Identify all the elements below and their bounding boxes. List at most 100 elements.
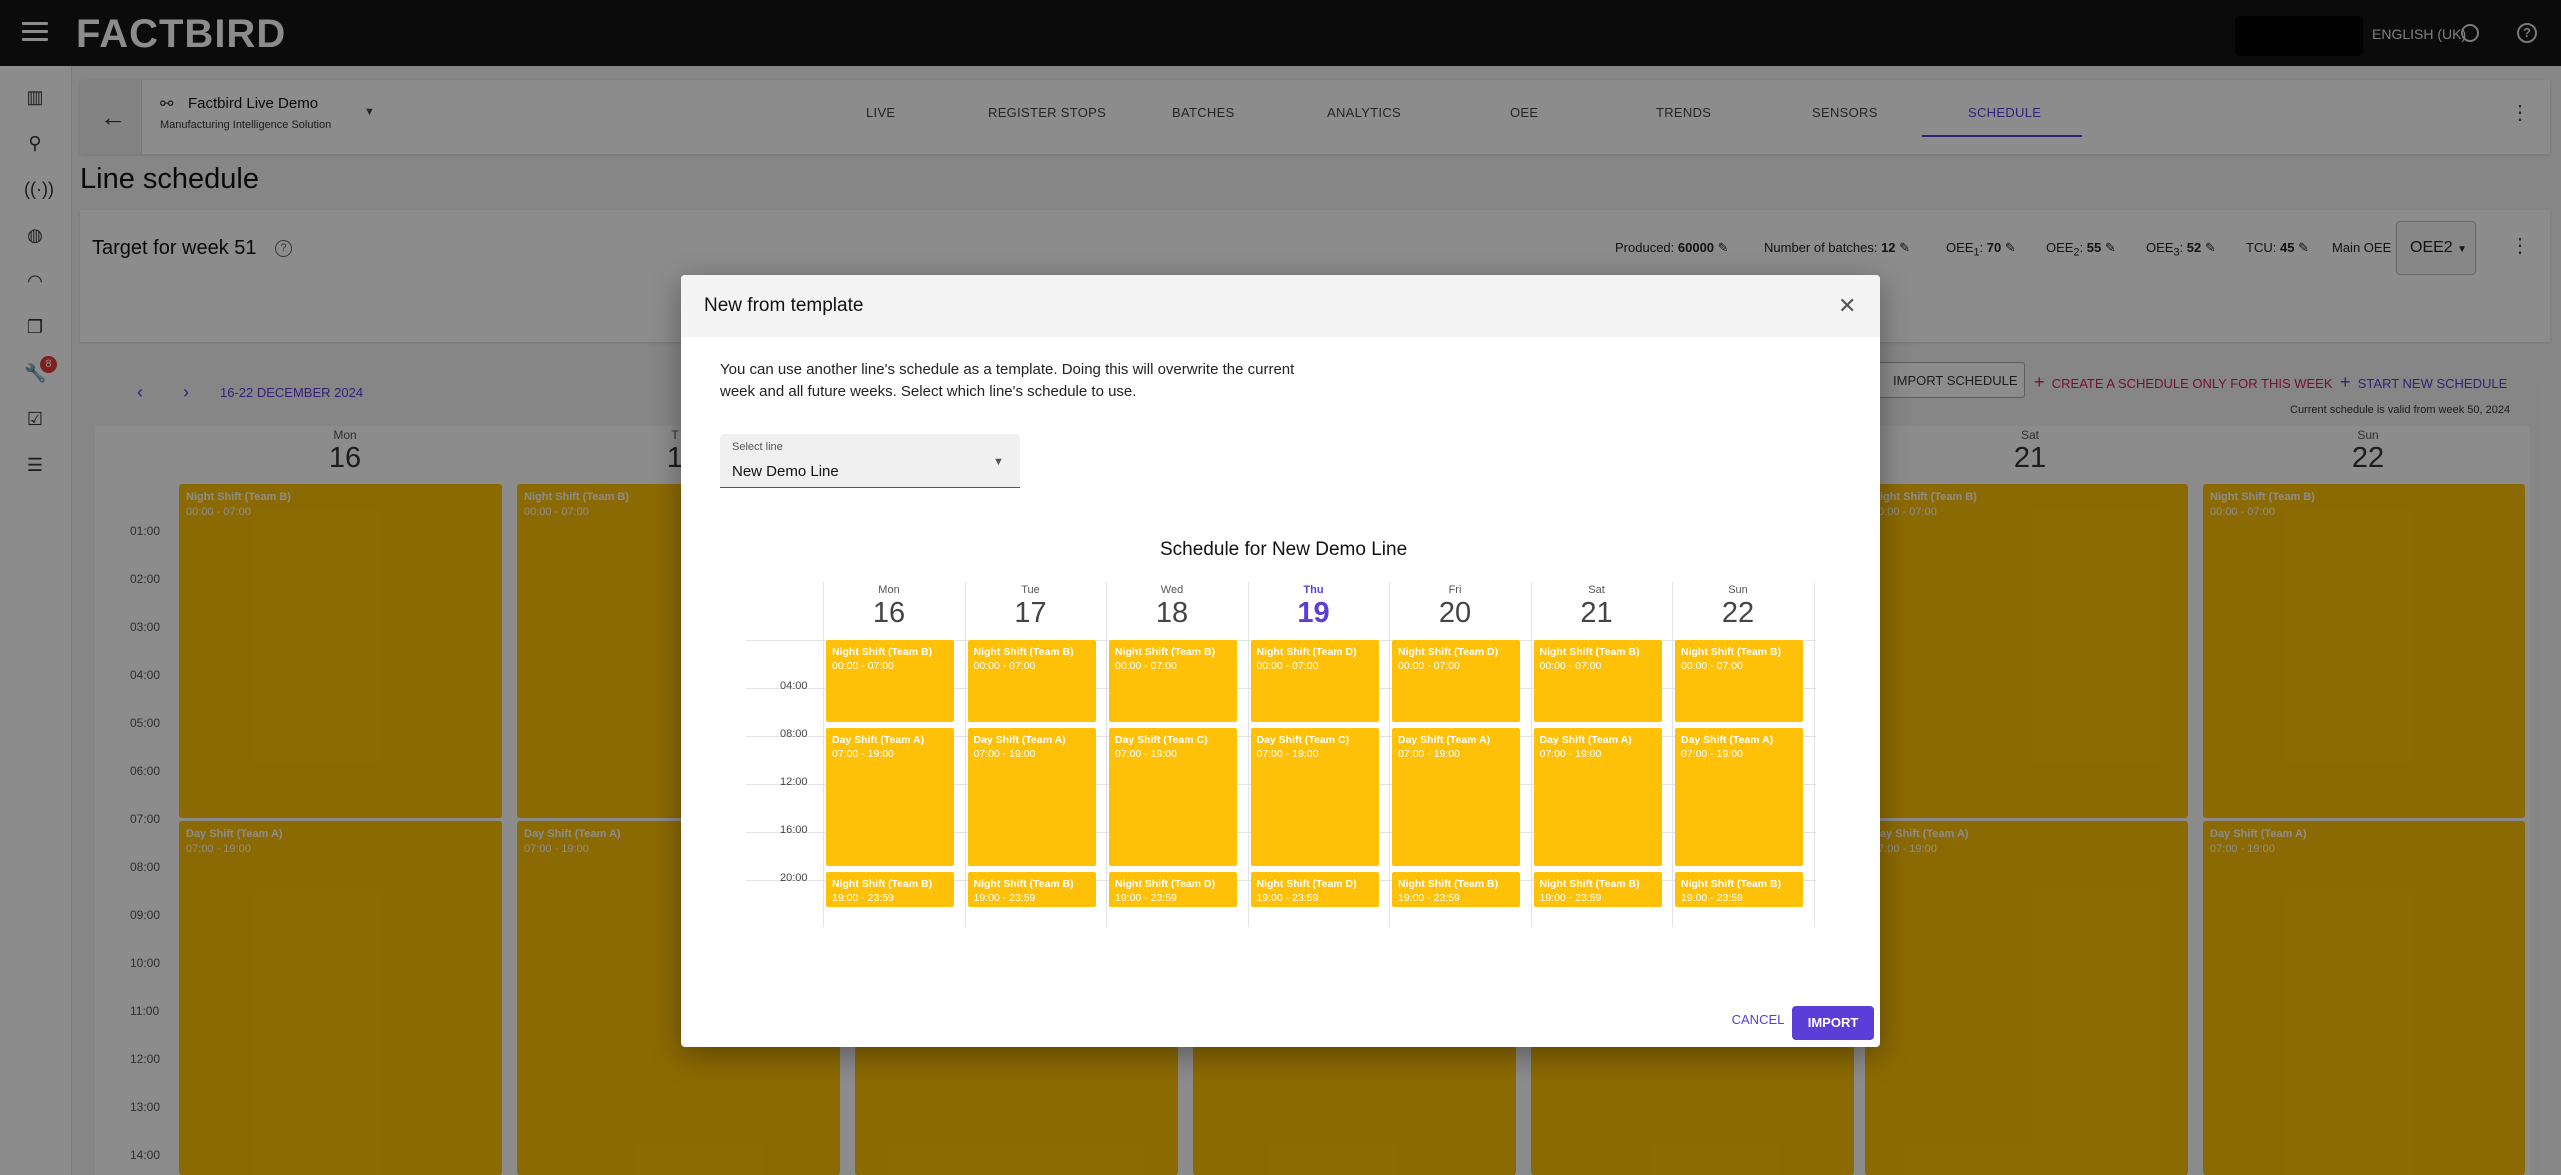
shift-title: Night Shift (Team B) bbox=[973, 877, 1074, 890]
close-icon[interactable]: ✕ bbox=[1838, 293, 1856, 319]
shift-time: 19:00 - 23:59 bbox=[1115, 891, 1177, 904]
shift-time: 19:00 - 23:59 bbox=[973, 891, 1036, 904]
shift-time: 07:00 - 19:00 bbox=[1256, 747, 1319, 760]
hour-label: 20:00 bbox=[780, 872, 808, 884]
shift-title: Night Shift (Team D) bbox=[1398, 646, 1499, 658]
day-column-divider bbox=[964, 582, 966, 927]
hour-label: 12:00 bbox=[780, 776, 808, 788]
shift-title: Night Shift (Team D) bbox=[1115, 877, 1216, 890]
day-date: 21 bbox=[1580, 597, 1613, 629]
shift-block[interactable]: Day Shift (Team A) 07:00 - 19:00 bbox=[1533, 727, 1662, 866]
shift-time: 07:00 - 19:00 bbox=[832, 747, 894, 760]
import-button[interactable]: IMPORT bbox=[1792, 1006, 1874, 1040]
shift-time: 07:00 - 19:00 bbox=[1398, 747, 1460, 760]
shift-title: Day Shift (Team C) bbox=[1115, 733, 1208, 746]
day-header: Sun 22 bbox=[1673, 584, 1803, 630]
day-name: Mon bbox=[878, 584, 900, 596]
shift-block[interactable]: Night Shift (Team B) 00:00 - 07:00 bbox=[1675, 640, 1803, 722]
shift-block[interactable]: Night Shift (Team B) 19:00 - 23:59 bbox=[1533, 871, 1662, 907]
day-name: Tue bbox=[1021, 584, 1040, 596]
shift-time: 00:00 - 07:00 bbox=[1115, 660, 1177, 672]
shift-block[interactable]: Night Shift (Team D) 00:00 - 07:00 bbox=[1250, 640, 1379, 722]
day-column-divider bbox=[1106, 582, 1107, 927]
shift-title: Night Shift (Team B) bbox=[832, 646, 933, 658]
shift-block[interactable]: Night Shift (Team B) 19:00 - 23:59 bbox=[967, 871, 1096, 907]
shift-title: Day Shift (Team A) bbox=[1681, 733, 1774, 746]
day-header: Sat 21 bbox=[1532, 584, 1662, 630]
select-line-label: Select line bbox=[732, 441, 783, 453]
shift-title: Day Shift (Team A) bbox=[973, 733, 1066, 746]
shift-block[interactable]: Day Shift (Team A) 07:00 - 19:00 bbox=[826, 727, 954, 866]
day-column-divider bbox=[1813, 582, 1815, 927]
shift-block[interactable]: Night Shift (Team B) 00:00 - 07:00 bbox=[826, 640, 954, 722]
hour-label: 04:00 bbox=[780, 680, 808, 692]
day-date: 20 bbox=[1438, 597, 1472, 629]
shift-title: Day Shift (Team A) bbox=[1539, 733, 1632, 746]
day-date: 16 bbox=[872, 597, 906, 629]
shift-title: Night Shift (Team B) bbox=[1681, 877, 1782, 890]
dialog-description-line2: week and all future weeks. Select which … bbox=[720, 383, 1137, 400]
day-column-divider bbox=[823, 582, 824, 927]
day-header: Wed 18 bbox=[1107, 584, 1237, 630]
shift-title: Night Shift (Team B) bbox=[1398, 877, 1499, 890]
shift-time: 19:00 - 23:59 bbox=[1256, 891, 1319, 904]
shift-title: Day Shift (Team A) bbox=[832, 733, 925, 746]
day-column-divider bbox=[1530, 582, 1532, 927]
schedule-preview-title: Schedule for New Demo Line bbox=[1160, 539, 1408, 560]
shift-time: 00:00 - 07:00 bbox=[1681, 660, 1743, 672]
shift-title: Night Shift (Team B) bbox=[1115, 646, 1216, 658]
shift-block[interactable]: Night Shift (Team B) 19:00 - 23:59 bbox=[1675, 871, 1803, 907]
shift-block[interactable]: Day Shift (Team A) 07:00 - 19:00 bbox=[967, 727, 1096, 866]
shift-time: 00:00 - 07:00 bbox=[1398, 660, 1460, 672]
day-name: Thu bbox=[1303, 584, 1324, 596]
day-header: Thu 19 bbox=[1249, 584, 1379, 630]
cancel-button[interactable]: CANCEL bbox=[1725, 1006, 1791, 1034]
hour-label: 16:00 bbox=[780, 824, 808, 836]
shift-block[interactable]: Night Shift (Team B) 00:00 - 07:00 bbox=[1109, 640, 1237, 722]
shift-block[interactable]: Day Shift (Team C) 07:00 - 19:00 bbox=[1250, 727, 1379, 866]
shift-block[interactable]: Night Shift (Team B) 00:00 - 07:00 bbox=[1533, 640, 1662, 722]
day-header: Fri 20 bbox=[1390, 584, 1520, 630]
shift-block[interactable]: Night Shift (Team B) 19:00 - 23:59 bbox=[1392, 871, 1520, 907]
dialog-title: New from template bbox=[704, 295, 864, 316]
hour-label: 08:00 bbox=[780, 728, 808, 740]
day-name: Sun bbox=[1728, 584, 1748, 596]
day-column-divider bbox=[1389, 582, 1390, 927]
shift-title: Night Shift (Team B) bbox=[1681, 646, 1782, 658]
shift-time: 00:00 - 07:00 bbox=[1256, 660, 1319, 672]
shift-block[interactable]: Night Shift (Team D) 19:00 - 23:59 bbox=[1109, 871, 1237, 907]
shift-block[interactable]: Night Shift (Team B) 19:00 - 23:59 bbox=[826, 871, 954, 907]
shift-time: 07:00 - 19:00 bbox=[1681, 747, 1743, 760]
shift-time: 07:00 - 19:00 bbox=[1115, 747, 1177, 760]
day-date: 17 bbox=[1014, 597, 1047, 629]
shift-title: Night Shift (Team B) bbox=[1539, 646, 1640, 658]
day-header: Tue 17 bbox=[966, 584, 1096, 630]
shift-title: Night Shift (Team D) bbox=[1256, 877, 1357, 890]
day-header: Mon 16 bbox=[824, 584, 954, 630]
day-column-divider bbox=[1672, 582, 1673, 927]
shift-block[interactable]: Day Shift (Team A) 07:00 - 19:00 bbox=[1392, 727, 1520, 866]
shift-time: 00:00 - 07:00 bbox=[973, 660, 1036, 672]
shift-time: 07:00 - 19:00 bbox=[1539, 747, 1602, 760]
day-date: 19 bbox=[1297, 597, 1330, 629]
day-date: 22 bbox=[1721, 597, 1755, 629]
shift-block[interactable]: Day Shift (Team A) 07:00 - 19:00 bbox=[1675, 727, 1803, 866]
shift-time: 19:00 - 23:59 bbox=[1539, 891, 1602, 904]
day-name: Fri bbox=[1448, 584, 1462, 596]
shift-block[interactable]: Day Shift (Team C) 07:00 - 19:00 bbox=[1109, 727, 1237, 866]
select-line-value[interactable]: New Demo Line bbox=[732, 463, 839, 480]
shift-title: Day Shift (Team C) bbox=[1256, 733, 1350, 746]
shift-block[interactable]: Night Shift (Team D) 00:00 - 07:00 bbox=[1392, 640, 1520, 722]
day-column-divider bbox=[1247, 582, 1249, 927]
shift-time: 00:00 - 07:00 bbox=[832, 660, 894, 672]
shift-block[interactable]: Night Shift (Team D) 19:00 - 23:59 bbox=[1250, 871, 1379, 907]
dropdown-arrow-icon[interactable]: ▼ bbox=[993, 456, 1004, 468]
shift-title: Day Shift (Team A) bbox=[1398, 733, 1491, 746]
shift-title: Night Shift (Team B) bbox=[832, 877, 933, 890]
shift-time: 00:00 - 07:00 bbox=[1539, 660, 1602, 672]
shift-time: 19:00 - 23:59 bbox=[832, 891, 894, 904]
shift-block[interactable]: Night Shift (Team B) 00:00 - 07:00 bbox=[967, 640, 1096, 722]
shift-time: 07:00 - 19:00 bbox=[973, 747, 1036, 760]
shift-title: Night Shift (Team B) bbox=[1539, 877, 1640, 890]
day-name: Wed bbox=[1160, 584, 1184, 596]
